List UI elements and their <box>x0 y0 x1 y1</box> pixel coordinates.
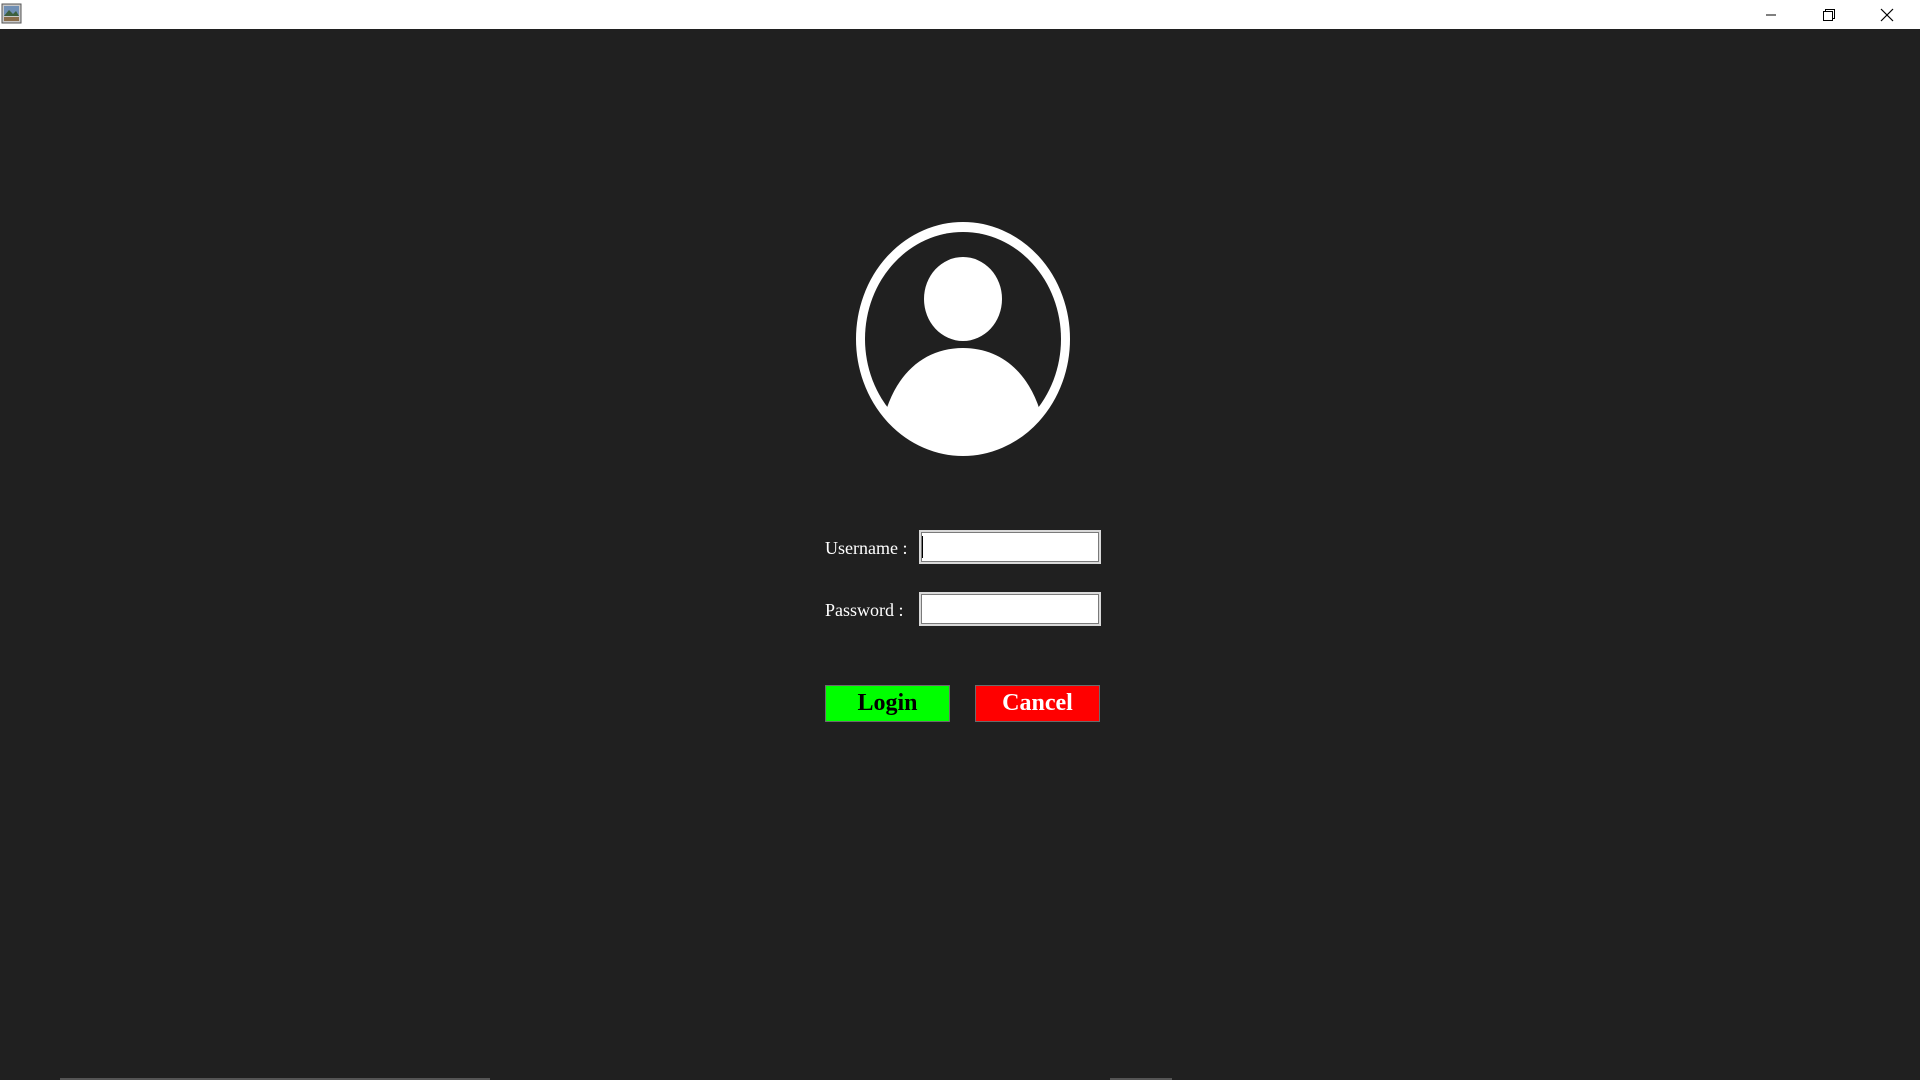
close-button[interactable] <box>1858 0 1916 29</box>
minimize-button[interactable] <box>1742 0 1800 29</box>
password-field[interactable] <box>919 592 1101 626</box>
minimize-icon <box>1766 14 1776 15</box>
window-titlebar <box>0 0 1920 29</box>
username-label: Username : <box>825 538 908 558</box>
java-app-icon <box>1 3 22 24</box>
login-button[interactable]: Login <box>825 685 950 722</box>
user-avatar-icon <box>853 221 1073 457</box>
restore-icon <box>1823 8 1835 21</box>
cancel-button[interactable]: Cancel <box>975 685 1100 722</box>
text-cursor <box>922 536 923 558</box>
password-label: Password : <box>825 600 904 620</box>
close-icon <box>1880 8 1894 21</box>
username-field[interactable] <box>919 530 1101 564</box>
restore-button[interactable] <box>1800 0 1858 29</box>
